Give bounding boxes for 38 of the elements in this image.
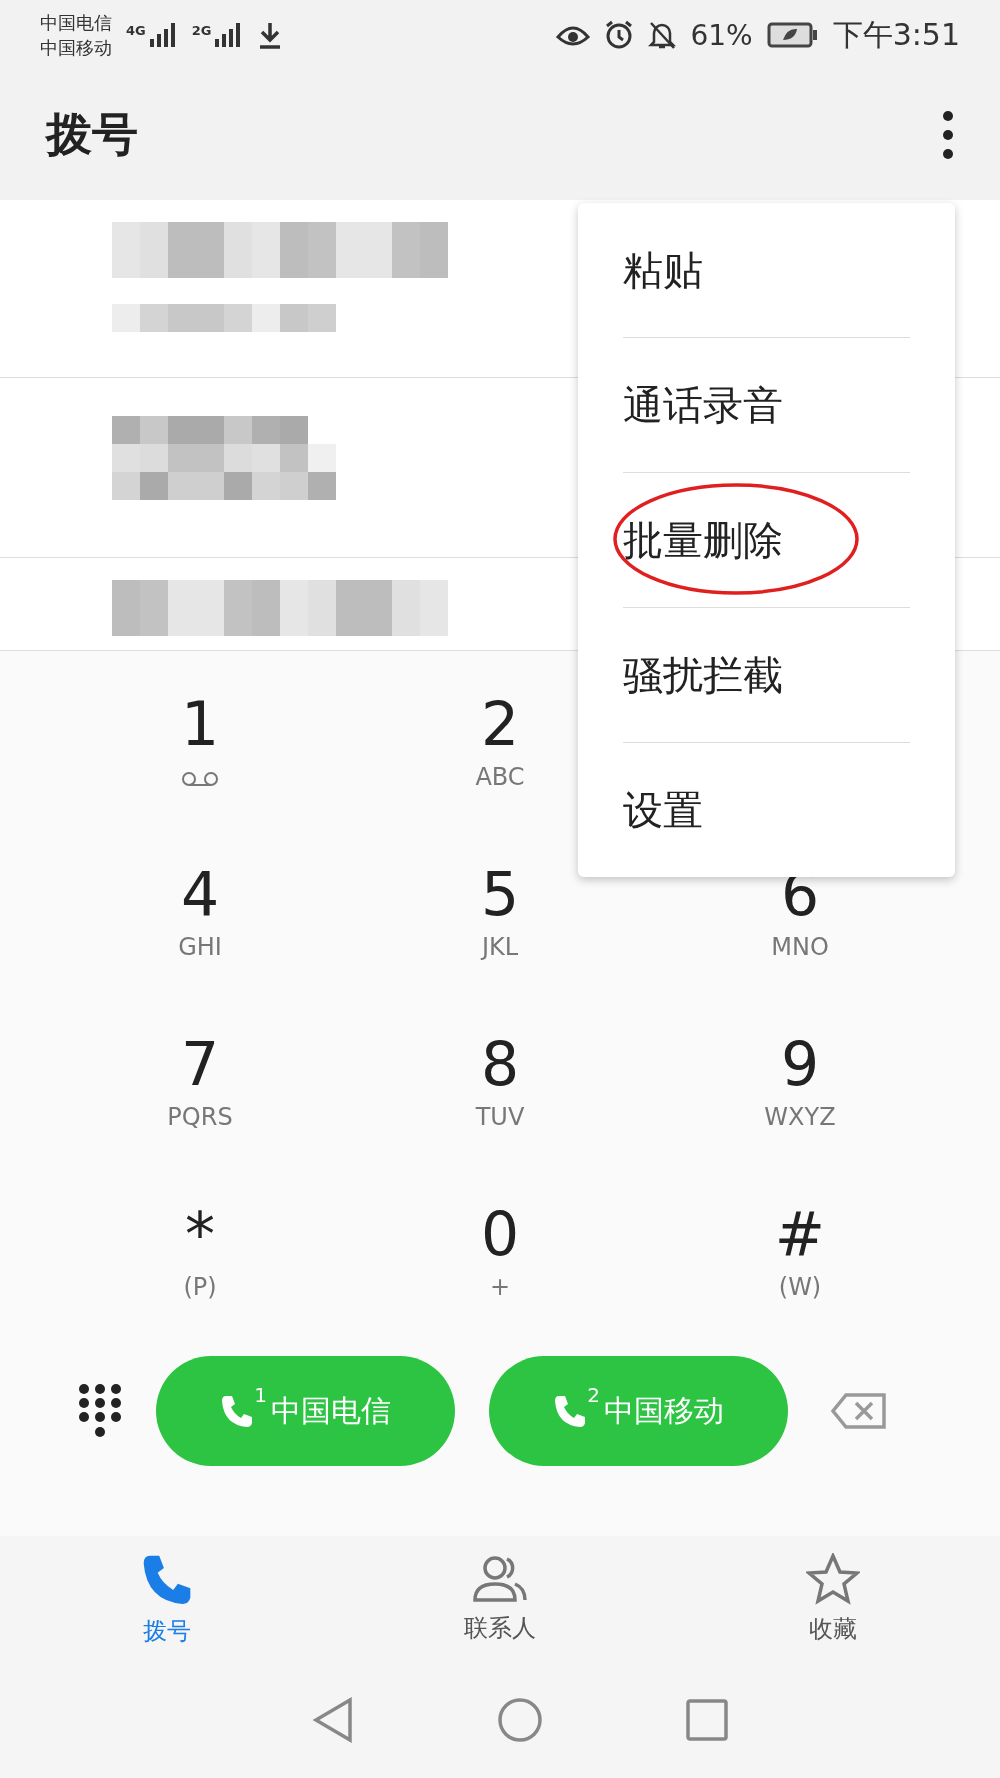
dial-key[interactable]: 0 + bbox=[350, 1161, 650, 1331]
nav-tab[interactable]: 联系人 bbox=[333, 1536, 667, 1661]
star-icon bbox=[806, 1552, 861, 1605]
dial-key[interactable]: * (P) bbox=[50, 1161, 350, 1331]
alarm-icon bbox=[604, 20, 635, 50]
dial-key[interactable]: 8 TUV bbox=[350, 991, 650, 1161]
home-icon[interactable] bbox=[497, 1697, 543, 1743]
back-icon[interactable] bbox=[311, 1697, 354, 1743]
recents-icon[interactable] bbox=[686, 1699, 729, 1741]
menu-item[interactable]: 通话录音 bbox=[623, 338, 910, 473]
menu-item[interactable]: 粘贴 bbox=[623, 203, 910, 338]
voicemail-icon bbox=[180, 771, 220, 787]
nav-tab[interactable]: 拨号 bbox=[0, 1536, 334, 1661]
network-type: 4G bbox=[126, 23, 146, 38]
menu-item[interactable]: 设置 bbox=[623, 743, 910, 877]
menu-item[interactable]: 骚扰拦截 bbox=[623, 608, 910, 743]
nav-tab[interactable]: 收藏 bbox=[666, 1536, 1000, 1661]
carrier-name: 中国电信 bbox=[40, 11, 112, 35]
more-menu-icon[interactable] bbox=[941, 109, 955, 161]
battery-percent: 61% bbox=[690, 18, 753, 52]
dialpad-icon[interactable] bbox=[78, 1383, 122, 1439]
dial-key[interactable]: 4 GHI bbox=[50, 821, 350, 991]
phone-icon bbox=[553, 1393, 588, 1429]
dial-key[interactable]: 1 bbox=[50, 651, 350, 821]
screen-title: 拨号 bbox=[46, 106, 138, 163]
backspace-icon[interactable] bbox=[830, 1392, 888, 1430]
contacts-icon bbox=[471, 1553, 529, 1604]
carrier-name: 中国移动 bbox=[40, 36, 112, 60]
signal-icon bbox=[147, 23, 178, 47]
dial-key[interactable]: # (W) bbox=[650, 1161, 950, 1331]
battery-icon bbox=[766, 22, 819, 48]
muted-bell-icon bbox=[648, 20, 677, 50]
menu-item[interactable]: 批量删除 bbox=[623, 473, 910, 608]
dial-key[interactable]: 9 WXYZ bbox=[650, 991, 950, 1161]
phone-icon bbox=[220, 1393, 255, 1429]
clock-time: 下午3:51 bbox=[832, 15, 960, 54]
network-type: 2G bbox=[191, 23, 212, 38]
dial-key[interactable]: 7 PQRS bbox=[50, 991, 350, 1161]
